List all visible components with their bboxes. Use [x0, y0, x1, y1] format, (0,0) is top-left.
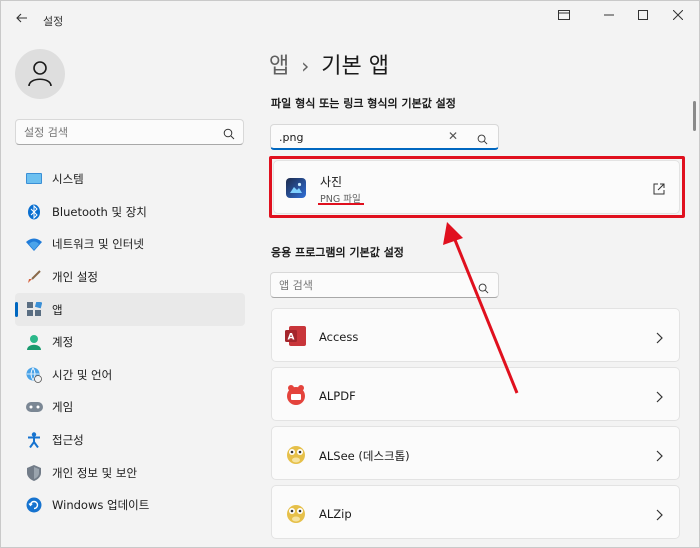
- sidebar-item-apps[interactable]: 앱: [15, 293, 245, 326]
- sidebar-item-time-language[interactable]: 시간 및 언어: [15, 359, 245, 392]
- minimize-icon[interactable]: [595, 7, 623, 25]
- app-search-input[interactable]: [279, 277, 469, 293]
- search-icon[interactable]: [478, 279, 489, 298]
- snap-layout-icon[interactable]: [550, 7, 578, 25]
- chevron-right-icon: [655, 447, 663, 466]
- monitor-icon: [25, 170, 43, 188]
- sidebar-item-label: 게임: [52, 400, 74, 415]
- sidebar-item-gaming[interactable]: 게임: [15, 391, 245, 424]
- title-bar: 설정: [1, 1, 699, 37]
- update-icon: [25, 496, 43, 514]
- globe-clock-icon: [25, 366, 43, 384]
- sidebar-item-label: Bluetooth 및 장치: [52, 204, 147, 219]
- sidebar-item-label: Windows 업데이트: [52, 498, 150, 513]
- gamepad-icon: [25, 398, 43, 416]
- sidebar-item-label: 앱: [52, 302, 63, 317]
- sidebar-item-label: 개인 설정: [52, 270, 98, 285]
- sidebar-item-label: 개인 정보 및 보안: [52, 465, 138, 480]
- app-name: Access: [319, 330, 359, 344]
- sidebar-item-network[interactable]: 네트워크 및 인터넷: [15, 228, 245, 261]
- chevron-right-icon: [655, 388, 663, 407]
- app-row-alpdf[interactable]: ALPDF: [271, 367, 680, 421]
- sidebar-item-bluetooth[interactable]: Bluetooth 및 장치: [15, 196, 245, 229]
- settings-search-input[interactable]: [24, 124, 214, 140]
- app-row-alzip[interactable]: ALZip: [271, 485, 680, 539]
- app-list: A Access ALPDF ALSee (데스크톱) ALZip: [271, 308, 680, 544]
- sidebar-item-label: 계정: [52, 335, 74, 350]
- app-row-access[interactable]: A Access: [271, 308, 680, 362]
- sidebar-item-personalization[interactable]: 개인 설정: [15, 261, 245, 294]
- red-highlight-box: [269, 156, 685, 218]
- sidebar-item-label: 시스템: [52, 172, 84, 187]
- sidebar-item-windows-update[interactable]: Windows 업데이트: [15, 489, 245, 522]
- active-indicator: [15, 302, 18, 318]
- sidebar-item-label: 접근성: [52, 433, 84, 448]
- shield-icon: [25, 464, 43, 482]
- scrollbar-thumb[interactable]: [693, 101, 696, 131]
- file-type-section-label: 파일 형식 또는 링크 형식의 기본값 설정: [271, 97, 456, 110]
- app-title: 설정: [43, 15, 64, 28]
- search-icon[interactable]: [477, 130, 488, 149]
- svg-text:A: A: [288, 333, 295, 343]
- settings-window: 설정 시스템: [0, 0, 700, 548]
- breadcrumb-root[interactable]: 앱: [269, 54, 289, 79]
- app-row-alsee[interactable]: ALSee (데스크톱): [271, 426, 680, 480]
- user-icon: [28, 61, 52, 87]
- file-type-search-input[interactable]: [279, 129, 439, 145]
- app-name: ALSee (데스크톱): [319, 449, 410, 463]
- alsee-icon: [284, 442, 308, 466]
- app-name: ALPDF: [319, 389, 356, 403]
- user-avatar[interactable]: [15, 49, 65, 99]
- alpdf-icon: [284, 383, 308, 407]
- maximize-icon[interactable]: [629, 7, 657, 25]
- sidebar-item-privacy[interactable]: 개인 정보 및 보안: [15, 456, 245, 489]
- apps-icon: [25, 301, 43, 319]
- wifi-icon: [25, 235, 43, 253]
- bluetooth-icon: [25, 203, 43, 221]
- breadcrumb: 앱 › 기본 앱: [269, 48, 389, 80]
- chevron-right-icon: [655, 506, 663, 525]
- search-icon[interactable]: [223, 125, 235, 144]
- sidebar-nav: 시스템 Bluetooth 및 장치 네트워크 및 인터넷 개인 설정 앱 계정…: [15, 163, 245, 522]
- file-type-search-box[interactable]: ✕: [270, 124, 499, 150]
- accessibility-icon: [25, 431, 43, 449]
- breadcrumb-separator: ›: [301, 54, 310, 78]
- sidebar-item-label: 네트워크 및 인터넷: [52, 237, 144, 252]
- access-icon: A: [284, 324, 308, 348]
- account-icon: [25, 333, 43, 351]
- chevron-right-icon: [655, 329, 663, 348]
- close-icon[interactable]: [664, 7, 692, 25]
- alzip-icon: [284, 501, 308, 525]
- settings-search-box[interactable]: [15, 119, 244, 145]
- app-name: ALZip: [319, 507, 352, 521]
- back-arrow-icon[interactable]: [11, 11, 33, 29]
- sidebar-item-accessibility[interactable]: 접근성: [15, 424, 245, 457]
- sidebar-item-label: 시간 및 언어: [52, 367, 113, 382]
- app-search-box[interactable]: [270, 272, 499, 298]
- sidebar-item-accounts[interactable]: 계정: [15, 326, 245, 359]
- brush-icon: [25, 268, 43, 286]
- clear-icon[interactable]: ✕: [448, 129, 458, 143]
- sidebar-item-system[interactable]: 시스템: [15, 163, 245, 196]
- apps-section-label: 응용 프로그램의 기본값 설정: [271, 246, 404, 259]
- page-title: 기본 앱: [321, 54, 389, 79]
